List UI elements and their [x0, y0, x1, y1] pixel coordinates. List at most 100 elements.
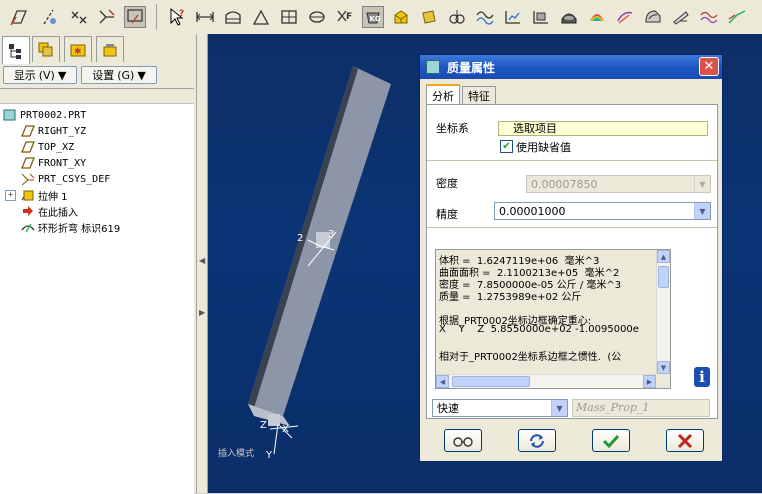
measure-distance-icon[interactable] [194, 6, 216, 28]
tree-item-toroidal-bend[interactable]: 环形折弯 标识619 [21, 219, 120, 235]
scroll-up-icon[interactable]: ▲ [657, 250, 670, 263]
sketch-datum-icon[interactable] [8, 6, 30, 28]
svg-text:✱: ✱ [74, 47, 82, 57]
extrude-icon [21, 190, 34, 201]
tree-item-label: RIGHT_YZ [38, 125, 87, 137]
tree-item-top-xz[interactable]: TOP_XZ [21, 139, 74, 155]
curvature-icon[interactable] [530, 6, 552, 28]
repeat-button[interactable] [518, 429, 556, 452]
model-tree-tab[interactable] [2, 36, 30, 64]
scroll-left-icon[interactable]: ◀ [436, 375, 449, 388]
tools-icon [103, 43, 117, 56]
mass-properties-icon[interactable]: KG [362, 6, 384, 28]
layer-tab[interactable] [32, 36, 60, 62]
short-edge-icon[interactable] [418, 6, 440, 28]
expand-right-icon[interactable]: ▶ [199, 308, 205, 317]
tree-icon [9, 43, 21, 59]
result-inertia-title: 相对于_PRT0002坐标系边框之惯性. (公 [439, 352, 622, 363]
svg-text:KG: KG [370, 15, 381, 23]
preview-button[interactable] [444, 429, 482, 452]
folder-star-icon: ✱ [70, 44, 86, 57]
diameter-icon[interactable] [278, 6, 300, 28]
slope-icon[interactable] [614, 6, 636, 28]
help-pointer-icon[interactable]: ? [166, 6, 188, 28]
axis-display-icon[interactable] [38, 6, 60, 28]
csys-display-icon[interactable] [96, 6, 118, 28]
reflection-icon[interactable] [642, 6, 664, 28]
close-icon[interactable]: ✕ [699, 57, 719, 76]
dihedral-icon[interactable] [698, 6, 720, 28]
datum-plane-icon [21, 141, 35, 153]
scroll-right-icon[interactable]: ▶ [643, 375, 656, 388]
x-section-icon[interactable]: F [334, 6, 356, 28]
expand-icon[interactable]: + [5, 189, 16, 201]
axis-label-3: 3 [328, 229, 335, 240]
tree-item-csys[interactable]: PRT_CSYS_DEF [21, 171, 110, 187]
scroll-down-icon[interactable]: ▼ [657, 361, 670, 374]
use-default-checkbox[interactable]: ✔ [500, 140, 513, 153]
curve-analysis-icon[interactable] [474, 6, 496, 28]
axis-label-y: Y [266, 450, 273, 461]
dialog-title-bar[interactable]: 质量属性 ✕ [420, 55, 722, 79]
toroidal-bend-icon [21, 223, 35, 233]
surface-analysis-icon[interactable] [502, 6, 524, 28]
area-icon[interactable] [222, 6, 244, 28]
settings-menu-button[interactable]: 设置 (G) ▼ [81, 66, 157, 84]
mode-combo[interactable]: 快速 ▼ [432, 399, 568, 417]
insert-arrow-icon [23, 206, 33, 216]
show-menu-button[interactable]: 显示 (V) ▼ [3, 66, 77, 84]
angle-icon[interactable] [250, 6, 272, 28]
tab-analysis[interactable]: 分析 [426, 84, 460, 105]
axis-label-z: Z [260, 420, 267, 431]
accuracy-label: 精度 [436, 208, 458, 221]
analysis-name-field[interactable]: Mass_Prop_1 [572, 399, 710, 417]
transform-icon[interactable] [306, 6, 328, 28]
point-display-icon[interactable] [68, 6, 90, 28]
csys-icon [21, 173, 35, 186]
navigator-tabs: ✱ [2, 36, 194, 64]
navigator-buttons: 显示 (V) ▼ 设置 (G) ▼ [0, 64, 196, 86]
tab-feature[interactable]: 特征 [462, 86, 496, 104]
chevron-down-icon[interactable]: ▼ [551, 400, 567, 416]
collapse-left-icon[interactable]: ◀ [199, 256, 205, 265]
results-text-area[interactable]: 体积 = 1.6247119e+06 毫米^3 曲面面积 = 2.1100213… [435, 249, 671, 389]
result-mass: 质量 = 1.2753989e+02 公斤 [439, 292, 582, 303]
csys-selector[interactable]: 选取项目 [498, 121, 708, 136]
draft-check-icon[interactable] [586, 6, 608, 28]
ok-button[interactable] [592, 429, 630, 452]
chevron-down-icon[interactable]: ▼ [694, 203, 710, 219]
volume-icon[interactable] [390, 6, 412, 28]
tree-item-right-yz[interactable]: RIGHT_YZ [21, 123, 86, 139]
deviation-icon[interactable] [670, 6, 692, 28]
cancel-button[interactable] [666, 429, 704, 452]
divider [427, 160, 717, 161]
hscroll-thumb[interactable] [452, 376, 530, 387]
vscroll-thumb[interactable] [658, 266, 669, 288]
show-label: 显示 [13, 69, 36, 82]
sketch-display-icon[interactable] [124, 6, 146, 28]
tools-tab[interactable] [96, 36, 124, 62]
info-icon[interactable]: i [694, 367, 710, 387]
refresh-icon [530, 433, 544, 448]
svg-text:?: ? [179, 9, 184, 19]
accuracy-combo[interactable]: 0.00001000 ▼ [494, 202, 711, 220]
panel-splitter[interactable]: ◀ ▶ [196, 34, 208, 493]
offset-analysis-icon[interactable] [726, 6, 748, 28]
mode-value: 快速 [437, 402, 459, 415]
chevron-down-icon: ▼ [57, 68, 67, 82]
tree-item-label: 环形折弯 标识619 [38, 223, 121, 235]
tree-item-extrude[interactable]: + 拉伸 1 [5, 187, 68, 203]
shade-icon[interactable] [558, 6, 580, 28]
csys-label: 坐标系 [436, 122, 469, 135]
tree-header [0, 89, 194, 104]
favorites-tab[interactable]: ✱ [64, 36, 92, 62]
tree-item-front-xy[interactable]: FRONT_XY [21, 155, 86, 171]
density-value: 0.00007850 [531, 177, 598, 191]
results-hscroll[interactable]: ◀ ▶ [436, 374, 656, 388]
tree-item-part[interactable]: PRT0002.PRT [3, 107, 86, 123]
checkmark-icon [602, 434, 620, 448]
tree-item-insert-here[interactable]: 在此插入 [21, 203, 78, 219]
show-shortcut: (V) [38, 68, 55, 82]
pair-clearance-icon[interactable] [446, 6, 468, 28]
results-vscroll[interactable]: ▲ ▼ [656, 250, 670, 374]
